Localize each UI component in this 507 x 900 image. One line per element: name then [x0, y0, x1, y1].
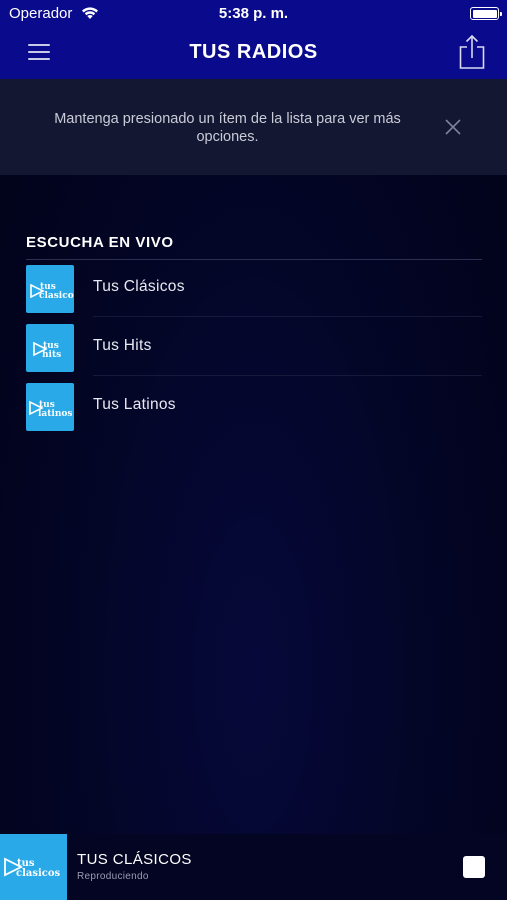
close-icon[interactable]: [443, 117, 463, 137]
hint-text: Mantenga presionado un ítem de la lista …: [54, 111, 401, 145]
navigation-bar: Operador 5:38 p. m. TUS RADIOS: [0, 0, 507, 79]
station-logo-icon: tus hits: [33, 341, 61, 360]
player-status: Reproduciendo: [77, 871, 149, 882]
list-item-tus-clasicos[interactable]: tusclasicos Tus Clásicos: [26, 259, 482, 317]
svg-text:tusclasicos: tusclasicos: [16, 858, 61, 879]
hint-banner: Mantenga presionado un ítem de la lista …: [0, 79, 507, 175]
station-logo: tusclasicos: [26, 265, 79, 313]
station-logo: tus hits: [26, 324, 74, 372]
share-icon[interactable]: [458, 34, 486, 70]
svg-text:tushits: tus hits: [42, 341, 61, 360]
now-playing-bar[interactable]: tus clasicos TUS CLÁSICOS Reproduciendo: [0, 834, 507, 900]
station-logo-icon: tus latinos: [29, 400, 72, 419]
list-item-label: Tus Hits: [93, 337, 152, 354]
battery-icon: [470, 7, 502, 20]
station-logo: tus latinos: [26, 383, 74, 431]
station-logo-icon: tusclasicos: [30, 282, 79, 301]
status-bar: Operador 5:38 p. m.: [0, 0, 507, 28]
stop-button[interactable]: [463, 856, 485, 878]
section-title: ESCUCHA EN VIVO: [26, 234, 174, 251]
svg-text:tuslatinos: tus latinos: [38, 400, 72, 419]
player-logo-icon: tus clasicos: [4, 857, 61, 879]
clock: 5:38 p. m.: [218, 5, 289, 22]
page-title: TUS RADIOS: [189, 41, 318, 63]
list-item-label: Tus Clásicos: [93, 278, 185, 295]
player-title: TUS CLÁSICOS: [77, 851, 192, 868]
player-station-logo: tus clasicos: [0, 834, 67, 900]
svg-text:tusclasicos: tusclasicos: [39, 282, 74, 301]
list-item-tus-hits[interactable]: tus hits Tus Hits: [26, 318, 482, 376]
list-item-tus-latinos[interactable]: tus latinos Tus Latinos: [26, 377, 482, 435]
list-item-label: Tus Latinos: [93, 396, 176, 413]
